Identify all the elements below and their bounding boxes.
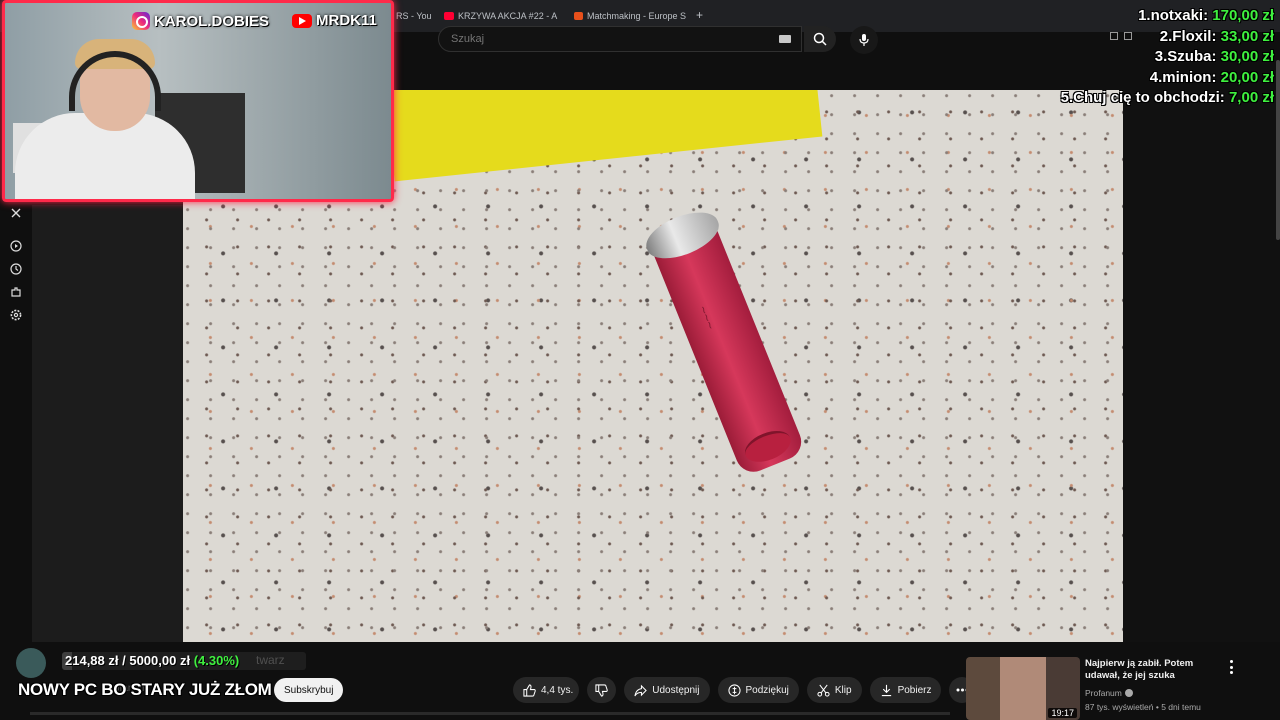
player-left-margin	[32, 205, 183, 642]
yellow-object	[383, 90, 823, 182]
super-thanks-icon	[727, 683, 741, 697]
search-input[interactable]	[439, 27, 801, 51]
leaderboard-row: 2.Floxil: 33,00 zł	[1061, 27, 1274, 48]
history-icon[interactable]	[10, 263, 22, 275]
stream-title: NOWY PC BO STARY JUŻ ZŁOM	[18, 680, 272, 699]
leaderboard-row: 3.Szuba: 30,00 zł	[1061, 47, 1274, 68]
shotgun-shell-image: ~~~	[640, 203, 812, 483]
related-video-meta: 87 tys. wyświetleń • 5 dni temu	[1085, 702, 1201, 712]
scissors-icon	[817, 684, 830, 697]
donation-amount: 7,00 zł	[1228, 89, 1274, 106]
page-scrollbar[interactable]	[1276, 60, 1280, 240]
instagram-handle: KAROL.DOBIES	[132, 12, 269, 30]
like-button[interactable]: 4,4 tys.	[513, 677, 580, 703]
bottom-scrollbar[interactable]	[30, 712, 950, 715]
download-label: Pobierz	[897, 684, 932, 696]
youtube-handle-text: MRDK11	[316, 12, 377, 29]
related-video-title[interactable]: Najpierw ją zabił. Potem udawał, że jej …	[1085, 658, 1205, 682]
thanks-label: Podziękuj	[745, 684, 789, 696]
leaderboard-row: 5.Chuj cię to obchodzi: 7,00 zł	[1061, 88, 1274, 109]
thumbs-down-icon	[595, 683, 608, 697]
related-video-thumbnail[interactable]: 19:17	[966, 657, 1080, 720]
download-button[interactable]: Pobierz	[869, 677, 942, 703]
extension-icon[interactable]	[10, 286, 22, 298]
goal-percent: (4.30%)	[193, 653, 240, 668]
leaderboard-row: 1.notxaki: 170,00 zł	[1061, 6, 1274, 27]
search-box[interactable]	[438, 26, 802, 52]
shell-body: ~~~	[652, 225, 807, 478]
tab-label: RS - You	[396, 11, 432, 21]
verified-badge-icon	[1124, 689, 1133, 697]
donor-name: 2.Floxil:	[1159, 27, 1217, 45]
goal-separator: /	[118, 653, 130, 668]
settings-gear-icon[interactable]	[10, 309, 22, 321]
play-circle-icon[interactable]	[10, 240, 22, 252]
voice-search-button[interactable]	[850, 26, 878, 54]
related-channel-name: Profanum	[1085, 688, 1122, 698]
instagram-handle-text: KAROL.DOBIES	[154, 12, 270, 30]
keyboard-icon[interactable]	[779, 35, 791, 43]
faceit-favicon-icon	[574, 12, 583, 20]
youtube-icon	[292, 13, 312, 28]
donation-goal-text: 214,88 zł / 5000,00 zł (4.30%)	[65, 653, 239, 668]
browser-tab[interactable]: RS - You	[396, 6, 432, 26]
dislike-button[interactable]	[587, 677, 617, 703]
video-duration: 19:17	[1048, 708, 1077, 718]
x-close-icon[interactable]	[10, 207, 22, 219]
donation-amount: 33,00 zł	[1220, 27, 1274, 45]
donation-leaderboard: 1.notxaki: 170,00 zł 2.Floxil: 33,00 zł …	[1061, 6, 1274, 109]
thanks-button[interactable]: Podziękuj	[717, 677, 799, 703]
screen: RS - You KRZYWA AKCJA #22 - A Matchmakin…	[0, 0, 1280, 720]
browser-tab[interactable]: KRZYWA AKCJA #22 - A	[444, 6, 560, 26]
goal-current: 214,88 zł	[65, 653, 119, 668]
donor-name: 4.minion:	[1149, 68, 1217, 86]
donation-amount: 170,00 zł	[1212, 7, 1274, 24]
share-arrow-icon	[634, 684, 648, 696]
share-label: Udostępnij	[652, 684, 700, 696]
leaderboard-row: 4.minion: 20,00 zł	[1061, 68, 1274, 89]
donation-amount: 20,00 zł	[1220, 68, 1274, 86]
donor-name: 1.notxaki:	[1138, 7, 1209, 24]
microphone-icon	[859, 34, 869, 46]
tab-label: Matchmaking - Europe S	[586, 11, 686, 21]
donor-name: 3.Szuba:	[1154, 48, 1217, 65]
donor-name: 5.Chuj cię to obchodzi:	[1060, 89, 1225, 106]
donation-amount: 30,00 zł	[1220, 48, 1274, 65]
player-right-margin	[1123, 90, 1280, 642]
tab-label: KRZYWA AKCJA #22 - A	[458, 11, 558, 21]
search-icon	[813, 32, 827, 46]
related-video-channel[interactable]: Profanum	[1085, 688, 1133, 698]
instagram-icon	[132, 12, 150, 30]
clip-label: Klip	[834, 684, 852, 696]
youtube-favicon-icon	[444, 12, 454, 20]
like-count: 4,4 tys.	[541, 684, 574, 696]
browser-tab[interactable]: Matchmaking - Europe S	[574, 6, 686, 26]
share-button[interactable]: Udostępnij	[624, 677, 710, 703]
webcam-overlay	[2, 0, 394, 202]
channel-avatar[interactable]	[16, 648, 46, 678]
subscribe-button[interactable]: Subskrybuj	[274, 678, 344, 702]
new-tab-plus-icon[interactable]: +	[696, 8, 703, 22]
related-video-menu-icon[interactable]	[1226, 660, 1236, 674]
thumbs-up-icon	[523, 683, 536, 697]
youtube-handle: MRDK11	[292, 12, 377, 29]
shell-print: ~~~	[695, 303, 720, 332]
download-icon	[881, 684, 891, 696]
goal-target: 5000,00 zł	[129, 653, 191, 668]
clip-button[interactable]: Klip	[806, 677, 862, 703]
video-actions: 4,4 tys. Udostępnij Podziękuj Klip Pobie…	[513, 677, 976, 703]
search-button[interactable]	[804, 26, 836, 52]
